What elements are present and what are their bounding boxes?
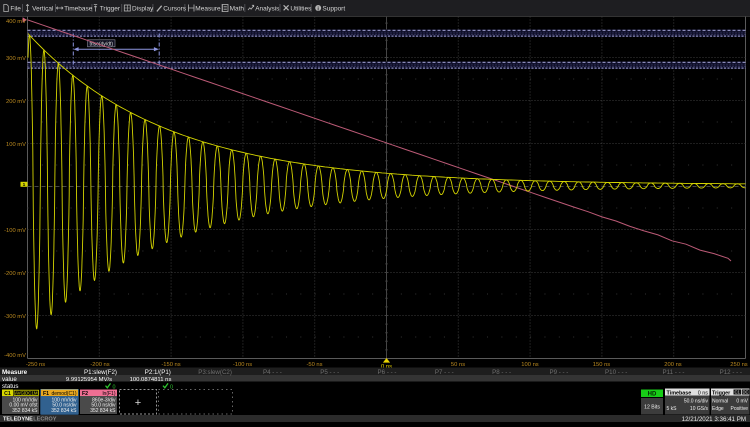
- svg-text:P11 - - -: P11 - - -: [663, 369, 685, 376]
- svg-text:P3:slew(C2): P3:slew(C2): [198, 369, 232, 376]
- svg-text:300 mV: 300 mV: [6, 56, 26, 62]
- svg-text:P10 - - -: P10 - - -: [605, 369, 627, 376]
- svg-text:Normal: Normal: [712, 399, 728, 405]
- svg-text:Edge: Edge: [712, 406, 724, 412]
- svg-text:100.0874811 ns: 100.0874811 ns: [130, 377, 172, 383]
- svg-text:50 ns: 50 ns: [451, 362, 465, 368]
- svg-text:12 Bits: 12 Bits: [644, 405, 660, 411]
- svg-text:100 ns: 100 ns: [521, 362, 539, 368]
- svg-text:0 mV: 0 mV: [736, 399, 748, 405]
- svg-text:TELEDYNE: TELEDYNE: [3, 417, 33, 422]
- svg-text:-100 ns: -100 ns: [233, 362, 252, 368]
- svg-text:250 ns: 250 ns: [730, 362, 748, 368]
- svg-text:DC: DC: [742, 390, 748, 395]
- svg-text:status: status: [2, 383, 19, 390]
- svg-text:Trigger: Trigger: [100, 6, 121, 13]
- svg-text:352 834 kS: 352 834 kS: [51, 408, 77, 414]
- svg-text:-400 mV: -400 mV: [4, 353, 26, 359]
- svg-text:400 mV: 400 mV: [6, 19, 26, 25]
- svg-text:P1:slew(F2): P1:slew(F2): [84, 369, 117, 376]
- svg-text:P12 - - -: P12 - - -: [720, 369, 742, 376]
- svg-text:P4 - - -: P4 - - -: [263, 369, 282, 376]
- svg-text:Display: Display: [132, 6, 154, 13]
- svg-text:P8 - - -: P8 - - -: [492, 369, 511, 376]
- svg-text:-250 ns: -250 ns: [26, 362, 45, 368]
- svg-text:10 GS/s: 10 GS/s: [690, 406, 709, 412]
- svg-text:50.0 ns/div: 50.0 ns/div: [684, 399, 709, 405]
- svg-text:HD: HD: [648, 392, 657, 398]
- svg-text:File: File: [10, 6, 21, 13]
- svg-text:5 kS: 5 kS: [667, 406, 678, 412]
- svg-text:-100 mV: -100 mV: [4, 228, 26, 234]
- svg-text:9.99125954 MV/s: 9.99125954 MV/s: [66, 377, 112, 383]
- svg-text:Trigger: Trigger: [712, 390, 731, 396]
- svg-text:-50 ns: -50 ns: [306, 362, 322, 368]
- svg-text:200 mV: 200 mV: [6, 99, 26, 105]
- svg-text:P2:1/(P1): P2:1/(P1): [145, 369, 171, 376]
- svg-text:-200 ns: -200 ns: [90, 362, 109, 368]
- svg-text:-200 mV: -200 mV: [4, 271, 26, 277]
- svg-text:352 834 kS: 352 834 kS: [12, 408, 38, 414]
- svg-text:Support: Support: [322, 6, 345, 13]
- svg-text:Timebase: Timebase: [667, 390, 692, 396]
- svg-text:P5 - - -: P5 - - -: [320, 369, 339, 376]
- svg-text:P7 - - -: P7 - - -: [435, 369, 454, 376]
- svg-text:C1: C1: [735, 390, 741, 395]
- svg-text:-150 ns: -150 ns: [161, 362, 180, 368]
- svg-text:Positive: Positive: [730, 406, 748, 412]
- svg-text:Vertical: Vertical: [32, 6, 54, 13]
- svg-text:0: 0: [113, 384, 116, 390]
- svg-text:Math: Math: [230, 6, 245, 13]
- svg-text:100 mV: 100 mV: [6, 142, 26, 148]
- svg-text:Cursors: Cursors: [163, 6, 187, 13]
- svg-text:0 ns: 0 ns: [698, 390, 708, 396]
- svg-text:Analysis: Analysis: [255, 6, 280, 13]
- svg-text:P6 - - -: P6 - - -: [378, 369, 397, 376]
- svg-text:LECROY: LECROY: [33, 417, 57, 422]
- svg-text:P9 - - -: P9 - - -: [549, 369, 568, 376]
- svg-text:200 ns: 200 ns: [664, 362, 682, 368]
- svg-text:150 ns: 150 ns: [593, 362, 611, 368]
- svg-text:Utilities: Utilities: [290, 6, 312, 13]
- svg-text:352 834 kS: 352 834 kS: [90, 408, 116, 414]
- svg-text:-300 mV: -300 mV: [4, 314, 26, 320]
- svg-text:12/21/2021 3:36:41 PM: 12/21/2021 3:36:41 PM: [682, 416, 746, 422]
- svg-text:+: +: [135, 397, 141, 409]
- svg-text:AVG|DC1M: AVG|DC1M: [15, 391, 38, 396]
- svg-text:Timebase: Timebase: [64, 6, 93, 13]
- svg-text:Measure: Measure: [195, 6, 221, 13]
- svg-text:value: value: [2, 376, 17, 383]
- svg-text:1: 1: [23, 182, 26, 188]
